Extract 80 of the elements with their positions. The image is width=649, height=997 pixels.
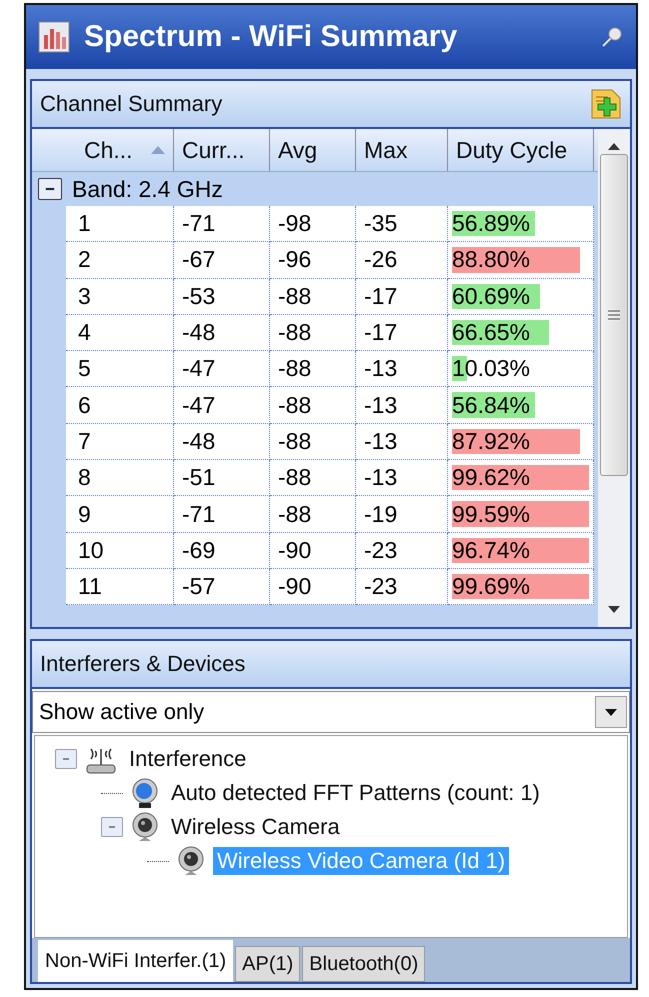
column-header[interactable]: Max bbox=[356, 129, 448, 171]
table-cell: -35 bbox=[356, 206, 448, 242]
table-cell: -26 bbox=[356, 242, 448, 279]
table-cell: -23 bbox=[356, 532, 448, 569]
table-cell: 1 bbox=[66, 206, 174, 242]
tree-item[interactable]: Wireless Camera bbox=[167, 813, 344, 841]
table-cell: 99.62% bbox=[448, 460, 594, 496]
table-cell: 7 bbox=[66, 424, 174, 460]
table-cell: 2 bbox=[66, 242, 174, 279]
column-header[interactable]: Duty Cycle bbox=[448, 129, 594, 171]
table-cell: 10 bbox=[66, 532, 174, 569]
filter-dropdown[interactable]: Show active only bbox=[32, 691, 630, 733]
scroll-up-icon[interactable] bbox=[608, 143, 620, 150]
table-cell: 87.92% bbox=[448, 424, 594, 460]
bar-chart-icon bbox=[38, 21, 70, 53]
table-cell: 96.74% bbox=[448, 532, 594, 569]
table-cell: 66.65% bbox=[448, 314, 594, 352]
table-cell: -67 bbox=[174, 242, 270, 279]
collapse-button[interactable] bbox=[38, 178, 62, 200]
table-cell: -88 bbox=[270, 278, 356, 315]
tree-item[interactable]: Auto detected FFT Patterns (count: 1) bbox=[167, 779, 544, 807]
table-cell: -90 bbox=[270, 568, 356, 606]
table-cell: -13 bbox=[356, 351, 448, 388]
tab[interactable]: AP(1) bbox=[235, 946, 300, 982]
table-cell: -88 bbox=[270, 424, 356, 460]
table-cell: -48 bbox=[174, 424, 270, 460]
table-cell: -90 bbox=[270, 532, 356, 569]
table-cell: -71 bbox=[174, 496, 270, 533]
scroll-down-icon[interactable] bbox=[608, 606, 620, 613]
group-label: Band: 2.4 GHz bbox=[72, 176, 223, 202]
table-cell: -88 bbox=[270, 460, 356, 496]
column-header[interactable]: Ch... bbox=[66, 129, 174, 171]
panel-title: Interferers & Devices bbox=[40, 651, 246, 677]
table-cell: 5 bbox=[66, 351, 174, 388]
table-cell: -13 bbox=[356, 460, 448, 496]
table-cell: -88 bbox=[270, 351, 356, 388]
grip-icon bbox=[608, 310, 620, 320]
table-cell: 56.89% bbox=[448, 206, 594, 242]
table-cell: -71 bbox=[174, 206, 270, 242]
add-document-icon[interactable] bbox=[590, 88, 622, 120]
column-header[interactable]: Curr... bbox=[174, 129, 270, 171]
table-cell: -51 bbox=[174, 460, 270, 496]
table-cell: 6 bbox=[66, 387, 174, 424]
table-cell: -88 bbox=[270, 314, 356, 352]
window-title: Spectrum - WiFi Summary bbox=[84, 20, 458, 54]
table-cell: 3 bbox=[66, 278, 174, 315]
table-cell: -47 bbox=[174, 387, 270, 424]
table-cell: 10.03% bbox=[448, 351, 594, 388]
table-cell: 8 bbox=[66, 460, 174, 496]
table-cell: -69 bbox=[174, 532, 270, 569]
table-cell: 99.59% bbox=[448, 496, 594, 533]
table-cell: -13 bbox=[356, 424, 448, 460]
table-cell: -57 bbox=[174, 568, 270, 606]
table-cell: -19 bbox=[356, 496, 448, 533]
table-cell: 56.84% bbox=[448, 387, 594, 424]
table-cell: 60.69% bbox=[448, 278, 594, 315]
sort-ascending-icon bbox=[150, 146, 165, 154]
table-cell: 99.69% bbox=[448, 568, 594, 606]
scrollbar[interactable] bbox=[598, 129, 630, 627]
tree-item[interactable]: Interference bbox=[125, 745, 250, 773]
table-cell: -98 bbox=[270, 206, 356, 242]
table-cell: -23 bbox=[356, 568, 448, 606]
table-cell: 4 bbox=[66, 314, 174, 352]
table-cell: -47 bbox=[174, 351, 270, 388]
column-header[interactable]: Avg bbox=[270, 129, 356, 171]
tab[interactable]: Non-WiFi Interfer.(1) bbox=[38, 940, 234, 982]
table-cell: 9 bbox=[66, 496, 174, 533]
table-cell: -53 bbox=[174, 278, 270, 315]
table-cell: -88 bbox=[270, 387, 356, 424]
table-cell: -17 bbox=[356, 314, 448, 352]
panel-title: Channel Summary bbox=[40, 91, 222, 117]
scroll-thumb[interactable] bbox=[600, 154, 628, 476]
table-cell: 88.80% bbox=[448, 242, 594, 279]
table-cell: -17 bbox=[356, 278, 448, 315]
table-cell: -13 bbox=[356, 387, 448, 424]
table-cell: -48 bbox=[174, 314, 270, 352]
table-cell: -96 bbox=[270, 242, 356, 279]
table-cell: 11 bbox=[66, 568, 174, 606]
tab[interactable]: Bluetooth(0) bbox=[302, 946, 426, 982]
table-cell: -88 bbox=[270, 496, 356, 533]
